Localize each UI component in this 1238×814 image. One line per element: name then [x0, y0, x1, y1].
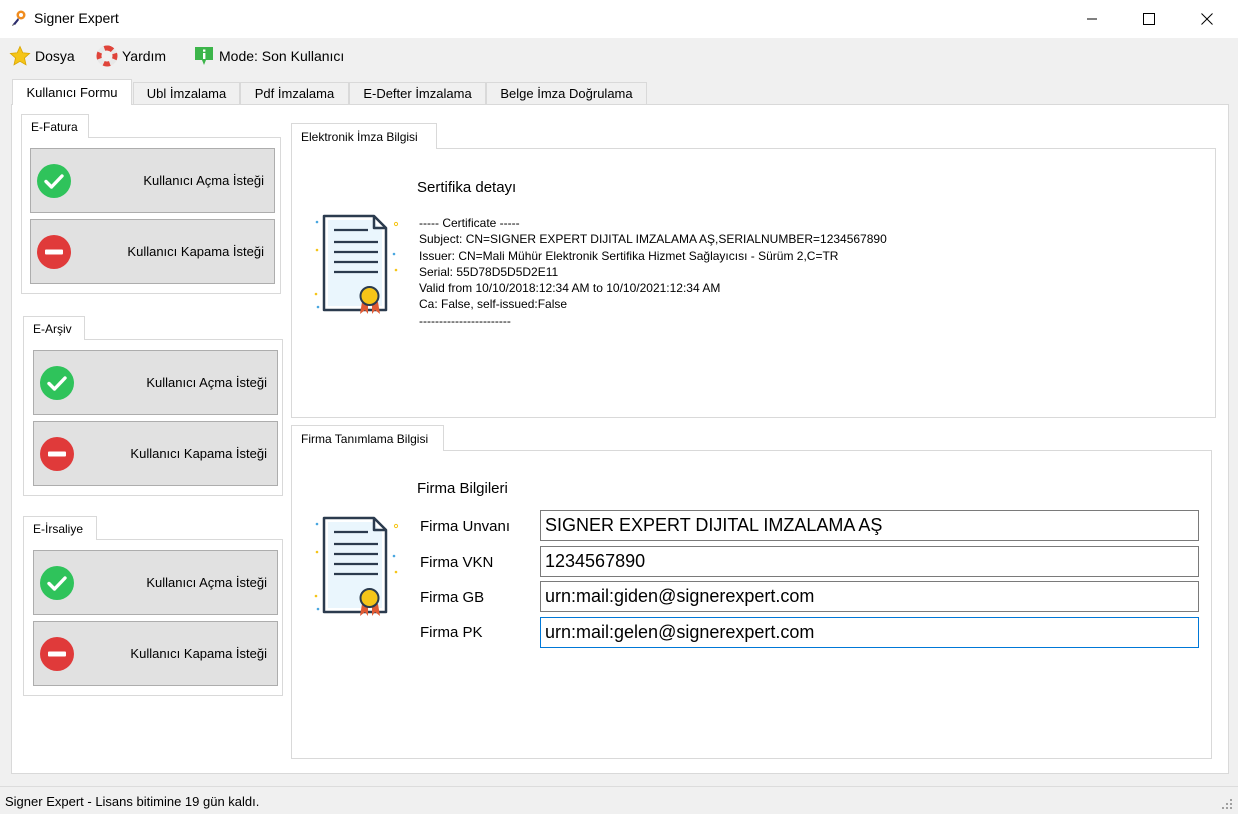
menu-file-label: Dosya: [35, 48, 75, 64]
group-e-arsiv-header: E-Arşiv: [23, 316, 85, 340]
tab-pdf-imzalama[interactable]: Pdf İmzalama: [240, 82, 349, 104]
resize-grip-icon[interactable]: [1220, 797, 1234, 814]
menu-mode-label: Mode: Son Kullanıcı: [219, 48, 345, 64]
tab-kullanici-formu[interactable]: Kullanıcı Formu: [12, 79, 132, 105]
stop-circle-icon: [37, 234, 71, 269]
company-pk-input[interactable]: [540, 617, 1199, 648]
cert-line: Ca: False, self-issued:False: [419, 297, 568, 312]
group-e-irsaliye-header: E-İrsaliye: [23, 516, 97, 540]
company-panel-header: Firma Tanımlama Bilgisi: [291, 425, 444, 451]
menu-help[interactable]: Yardım: [96, 44, 166, 68]
button-label: Kullanıcı Açma İsteği: [146, 375, 267, 390]
e-arsiv-close-button[interactable]: Kullanıcı Kapama İsteği: [33, 421, 278, 486]
certificate-icon: [312, 210, 402, 323]
check-circle-icon: [40, 565, 74, 600]
menu-file[interactable]: Dosya: [9, 44, 75, 68]
button-label: Kullanıcı Kapama İsteği: [130, 446, 267, 461]
e-irsaliye-open-button[interactable]: Kullanıcı Açma İsteği: [33, 550, 278, 615]
cert-line: Issuer: CN=Mali Mühür Elektronik Sertifi…: [419, 248, 839, 263]
cert-line: Subject: CN=SIGNER EXPERT DIJITAL IMZALA…: [419, 232, 887, 247]
lifebuoy-icon: [96, 45, 118, 67]
field-label-unvan: Firma Unvanı: [420, 518, 511, 535]
stop-circle-icon: [40, 436, 74, 471]
info-icon: [193, 45, 215, 67]
e-arsiv-open-button[interactable]: Kullanıcı Açma İsteği: [33, 350, 278, 415]
tab-e-defter-imzalama[interactable]: E-Defter İmzalama: [349, 82, 486, 104]
e-fatura-close-button[interactable]: Kullanıcı Kapama İsteği: [30, 219, 275, 284]
menu-bar: Dosya Yardım Mode: Son Kullanıcı: [0, 38, 1238, 74]
cert-line: ----- Certificate -----: [419, 216, 520, 230]
cert-heading: Sertifika detayı: [417, 179, 517, 196]
cert-line: -----------------------: [419, 313, 511, 328]
button-label: Kullanıcı Açma İsteği: [146, 575, 267, 590]
group-title: E-İrsaliye: [33, 521, 84, 536]
menu-help-label: Yardım: [122, 48, 167, 64]
tab-label: E-Defter İmzalama: [363, 86, 472, 101]
button-label: Kullanıcı Kapama İsteği: [127, 244, 264, 259]
tab-belge-imza-dogrulama[interactable]: Belge İmza Doğrulama: [486, 82, 647, 104]
check-circle-icon: [40, 365, 74, 400]
company-heading: Firma Bilgileri: [417, 480, 508, 497]
check-circle-icon: [37, 163, 71, 198]
company-title-input[interactable]: [540, 510, 1199, 541]
field-label-vkn: Firma VKN: [420, 554, 494, 571]
window-title: Signer Expert: [34, 10, 119, 26]
field-label-pk: Firma PK: [420, 624, 483, 641]
status-text: Signer Expert - Lisans bitimine 19 gün k…: [5, 794, 260, 809]
tab-label: Pdf İmzalama: [254, 86, 335, 101]
cert-line: Valid from 10/10/2018:12:34 AM to 10/10/…: [419, 281, 721, 296]
minimize-button[interactable]: [1063, 0, 1121, 38]
star-icon: [9, 45, 31, 67]
button-label: Kullanıcı Açma İsteği: [143, 173, 264, 188]
cert-panel-header: Elektronik İmza Bilgisi: [291, 123, 437, 149]
cert-line: Serial: 55D78D5D5D2E11: [419, 264, 559, 279]
stop-circle-icon: [40, 636, 74, 671]
menu-mode[interactable]: Mode: Son Kullanıcı: [193, 44, 344, 68]
close-icon: [1201, 13, 1213, 25]
panel-title: Elektronik İmza Bilgisi: [301, 129, 418, 144]
group-title: E-Fatura: [31, 119, 78, 134]
e-fatura-open-button[interactable]: Kullanıcı Açma İsteği: [30, 148, 275, 213]
close-button[interactable]: [1178, 0, 1236, 38]
tab-label: Belge İmza Doğrulama: [500, 86, 633, 101]
button-label: Kullanıcı Kapama İsteği: [130, 646, 267, 661]
title-bar: Signer Expert: [0, 0, 1238, 38]
group-title: E-Arşiv: [33, 321, 72, 336]
company-vkn-input[interactable]: [540, 546, 1199, 577]
app-icon: [10, 9, 28, 27]
e-irsaliye-close-button[interactable]: Kullanıcı Kapama İsteği: [33, 621, 278, 686]
status-bar: Signer Expert - Lisans bitimine 19 gün k…: [0, 786, 1238, 814]
tab-label: Ubl İmzalama: [146, 86, 227, 101]
group-e-fatura-header: E-Fatura: [21, 114, 89, 138]
maximize-button[interactable]: [1120, 0, 1178, 38]
minimize-icon: [1087, 18, 1097, 20]
certificate-icon: [312, 512, 402, 625]
panel-title: Firma Tanımlama Bilgisi: [301, 431, 429, 446]
company-gb-input[interactable]: [540, 581, 1199, 612]
cert-details: ----- Certificate ----- Subject: CN=SIGN…: [419, 215, 887, 329]
maximize-icon: [1143, 13, 1155, 25]
tab-ubl-imzalama[interactable]: Ubl İmzalama: [133, 82, 240, 104]
tab-label: Kullanıcı Formu: [26, 85, 118, 100]
field-label-gb: Firma GB: [420, 589, 485, 606]
